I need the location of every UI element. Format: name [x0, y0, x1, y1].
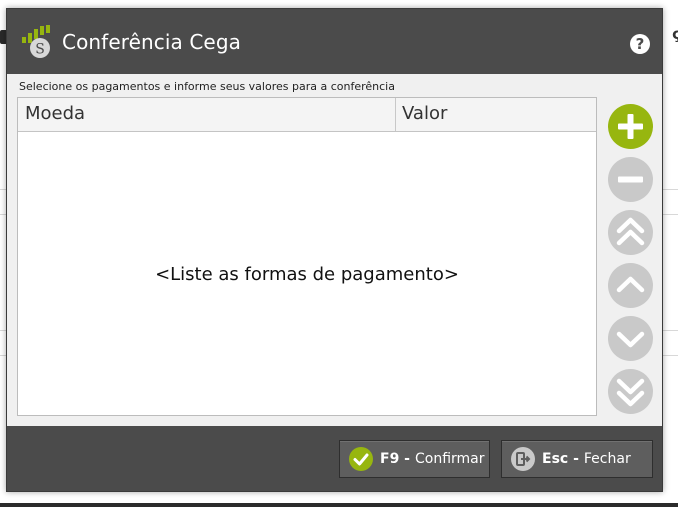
background-fragment-text: ç: [672, 25, 678, 43]
move-down-button[interactable]: [608, 316, 653, 361]
payments-table[interactable]: Moeda Valor <Liste as formas de pagament…: [17, 97, 597, 416]
confirm-shortcut: F9 -: [380, 451, 410, 467]
double-chevron-down-icon: [616, 378, 645, 407]
blind-check-dialog: S Conferência Cega ? Selecione os pagame…: [6, 8, 663, 492]
move-up-button[interactable]: [608, 263, 653, 308]
confirm-label: Confirmar: [415, 451, 485, 467]
svg-text:S: S: [35, 42, 45, 58]
exit-icon: [511, 447, 535, 471]
table-header: Moeda Valor: [18, 98, 596, 132]
move-to-top-button[interactable]: [608, 210, 653, 255]
confirm-button[interactable]: F9 - Confirmar: [339, 440, 490, 478]
chevron-down-icon: [616, 331, 645, 348]
close-button[interactable]: Esc - Fechar: [501, 440, 653, 478]
help-button[interactable]: ?: [630, 34, 650, 54]
app-logo-icon: S: [22, 25, 50, 58]
double-chevron-up-icon: [616, 217, 645, 246]
background-text-fragment-right: ç: [664, 22, 678, 48]
add-payment-button[interactable]: [608, 104, 653, 149]
background-bottom-bar: [0, 503, 678, 507]
plus-icon: [618, 114, 643, 139]
chevron-up-icon: [616, 276, 645, 293]
column-header-valor[interactable]: Valor: [396, 98, 596, 131]
minus-icon: [618, 176, 643, 183]
empty-list-message: <Liste as formas de pagamento>: [155, 264, 459, 285]
close-label: Fechar: [583, 451, 631, 467]
close-shortcut: Esc -: [542, 451, 579, 467]
column-header-moeda[interactable]: Moeda: [18, 98, 396, 131]
list-action-buttons: [608, 104, 654, 422]
move-to-bottom-button[interactable]: [608, 369, 653, 414]
check-icon: [349, 447, 373, 471]
instructions-text: Selecione os pagamentos e informe seus v…: [19, 80, 395, 93]
remove-payment-button[interactable]: [608, 157, 653, 202]
dialog-footer: F9 - Confirmar Esc - Fechar: [7, 426, 662, 491]
dialog-title: Conferência Cega: [62, 30, 241, 54]
dialog-titlebar: S Conferência Cega ?: [7, 9, 662, 74]
